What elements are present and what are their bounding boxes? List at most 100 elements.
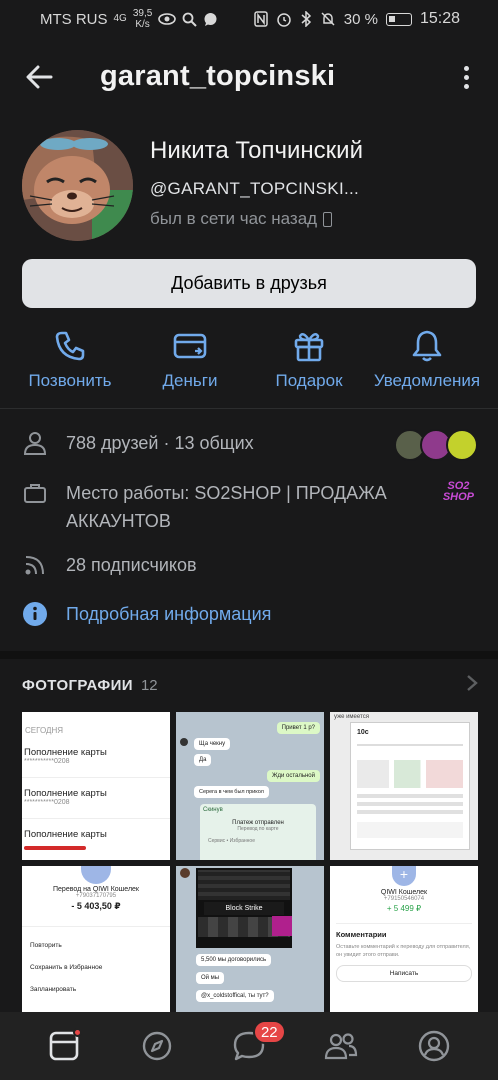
nfc-icon [254, 11, 268, 27]
back-button[interactable] [22, 62, 56, 92]
gift-action[interactable]: Подарок [244, 326, 374, 391]
bell-icon [412, 330, 442, 362]
profile-icon [418, 1030, 449, 1062]
phone-icon [55, 331, 85, 361]
carrier-label: MTS RUS [40, 10, 108, 28]
subscribers-row[interactable]: 28 подписчиков [22, 551, 478, 579]
top-bar: garant_topcinski [0, 48, 498, 108]
photo-text: Ой мы [196, 972, 225, 984]
compass-icon [142, 1031, 171, 1061]
work-row[interactable]: Место работы: SO2SHOP | ПРОДАЖА АККАУНТО… [22, 479, 478, 535]
photo-text: Жди остальной [266, 770, 320, 782]
so2shop-logo: SO2 SHOP [442, 480, 474, 503]
network-indicator: 4G [113, 13, 127, 24]
details-label: Подробная информация [66, 604, 272, 624]
page-title: garant_topcinski [100, 60, 336, 92]
photo-text: Написать [336, 965, 472, 982]
alarm-icon [277, 13, 291, 27]
photo-text: 5,500 мы договорились [196, 954, 272, 966]
photo-text: Повторить [30, 942, 62, 949]
notifications-action[interactable]: Уведомления [362, 326, 492, 391]
gift-icon [294, 333, 324, 362]
mute-icon [321, 12, 335, 26]
photo-text: Запланировать [30, 986, 77, 993]
nav-friends[interactable] [321, 1026, 361, 1066]
clock: 15:28 [419, 10, 460, 27]
redaction-mark [24, 846, 86, 850]
photo-text: Block Strike [204, 902, 284, 915]
photo-text: ***********0208 [24, 799, 70, 806]
last-seen-status: был в сети час назад [150, 209, 333, 229]
photo-text: Пополнение карты [24, 829, 107, 840]
chat-avatar [180, 738, 188, 746]
chevron-right-icon [467, 674, 478, 691]
avatar-cat-image [22, 130, 133, 241]
photo-thumbnail[interactable]: Block Strike 5,500 мы договорились Ой мы… [176, 866, 324, 1014]
friends-row[interactable]: 788 друзей · 13 общих [22, 429, 478, 461]
photo-text: Привет 1 р? [276, 722, 320, 734]
photo-text: Перевод на QIWI Кошелек [53, 886, 139, 893]
photo-text: СЕГОДНЯ [25, 726, 64, 735]
profile-username: @GARANT_TOPCINSKI... [150, 179, 360, 198]
photos-count: 12 [140, 676, 158, 694]
chat-bubble-icon [204, 12, 217, 26]
divider [0, 408, 498, 409]
photo-text: Оставьте комментарий к переводу для отпр… [336, 944, 471, 958]
photo-text: ***********0208 [24, 758, 70, 765]
more-dots-icon [463, 65, 469, 71]
photos-title: ФОТОГРАФИИ [22, 676, 133, 694]
photo-thumbnail[interactable]: СЕГОДНЯ Пополнение карты ***********0208… [22, 712, 170, 860]
photo-thumbnail[interactable]: Привет 1 р? Ща чекну Да Жди остальной Се… [176, 712, 324, 860]
network-speed: 39,5 K/s [132, 8, 153, 30]
friends-icon [325, 1033, 358, 1060]
photo-thumbnail[interactable]: + QIWI Кошелек +79150546074 + 5 499 ₽ Ко… [330, 866, 478, 1014]
action-row: Позвонить Деньги Подарок Уведомления [0, 326, 498, 396]
nav-profile[interactable] [414, 1026, 454, 1066]
last-seen-text: был в сети час назад [150, 209, 318, 228]
photo-text: 10с [357, 729, 369, 736]
battery-percent: 30 % [343, 10, 378, 28]
money-icon [173, 333, 207, 359]
photo-text: QIWI Кошелек [380, 889, 428, 896]
photo-text: Сохранить в Избранное [30, 964, 103, 971]
arrow-left-icon [26, 65, 53, 89]
info-icon [23, 602, 47, 626]
photo-text: Платеж отправлен [232, 820, 284, 826]
photo-text: Комментарии [336, 930, 387, 939]
photo-thumbnail[interactable]: уже имеется 10с [330, 712, 478, 860]
call-action[interactable]: Позвонить [5, 326, 135, 391]
work-text: Место работы: SO2SHOP | ПРОДАЖА АККАУНТО… [66, 483, 387, 531]
friends-count: 788 друзей · 13 общих [66, 433, 254, 453]
nav-home[interactable] [44, 1026, 84, 1066]
nav-messages[interactable]: 22 [229, 1020, 286, 1066]
bluetooth-icon [301, 11, 311, 27]
profile-name: Никита Топчинский [150, 137, 363, 164]
photo-text: Пополнение карты [24, 747, 107, 758]
photo-text: Ща чекну [194, 738, 231, 750]
notifications-label: Уведомления [373, 371, 481, 390]
nav-discover[interactable] [137, 1026, 177, 1066]
details-link[interactable]: Подробная информация [22, 600, 478, 628]
photo-text: Пополнение карты [24, 788, 107, 799]
search-icon [182, 12, 198, 27]
add-friend-button[interactable]: Добавить в друзья [22, 259, 476, 308]
eye-icon [158, 13, 177, 25]
battery-icon [385, 12, 412, 26]
mutual-friends-avatars[interactable] [394, 429, 478, 461]
mobile-device-icon [323, 211, 333, 227]
more-menu-button[interactable] [456, 62, 476, 92]
briefcase-icon [24, 484, 46, 503]
mutual-avatar [446, 429, 478, 461]
photo-text: Сервис • Избранное [208, 838, 255, 844]
section-separator [0, 651, 498, 659]
messages-badge: 22 [252, 1020, 286, 1044]
photos-header[interactable]: ФОТОГРАФИИ 12 [22, 673, 478, 697]
subscribers-count: 28 подписчиков [66, 555, 197, 575]
avatar[interactable] [22, 130, 133, 241]
call-label: Позвонить [28, 371, 112, 390]
photo-text: @x_coldstoffical, ты тут? [196, 990, 274, 1002]
bottom-navigation: 22 [0, 1012, 498, 1080]
photo-text: Скинув [203, 807, 223, 813]
photo-thumbnail[interactable]: Перевод на QIWI Кошелек +79037170795 - 5… [22, 866, 170, 1014]
money-action[interactable]: Деньги [125, 326, 255, 391]
